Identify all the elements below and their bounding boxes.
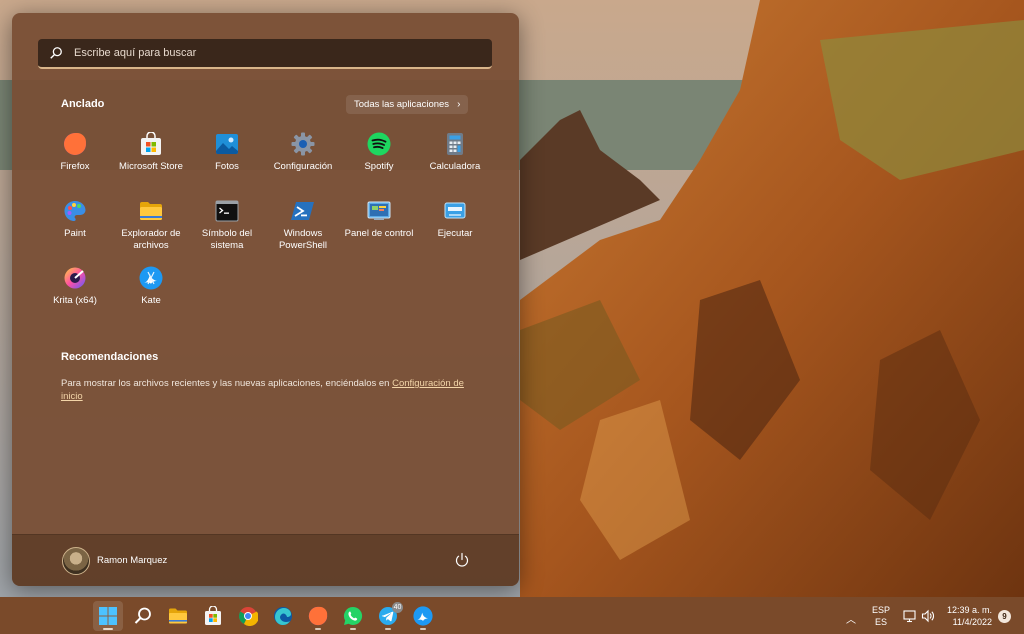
powershell-icon: [291, 199, 315, 223]
pinned-app-label: Spotify: [364, 161, 394, 172]
control-panel-icon: [367, 199, 391, 223]
calculator-icon: [443, 132, 467, 156]
spotify-icon: [367, 132, 391, 156]
pinned-app-label: Kate: [141, 295, 161, 306]
pinned-app-calculator[interactable]: Calculadora: [418, 131, 492, 191]
notification-count-badge[interactable]: 9: [998, 610, 1011, 623]
search-input[interactable]: [72, 46, 492, 60]
taskbar-firefox[interactable]: [303, 601, 333, 631]
power-icon[interactable]: [454, 552, 470, 568]
pinned-app-file-explorer[interactable]: Explorador de archivos: [114, 198, 188, 258]
firefox-icon: [308, 606, 328, 626]
pinned-app-label: Windows PowerShell: [278, 228, 328, 251]
pinned-app-paint[interactable]: Paint: [38, 198, 112, 258]
recommendations-message: Para mostrar los archivos recientes y la…: [61, 377, 481, 403]
file-explorer-icon: [169, 608, 187, 624]
paint-palette-icon: [63, 199, 87, 223]
pinned-app-label: Fotos: [215, 161, 239, 172]
pinned-app-label: Paint: [64, 228, 86, 239]
pinned-app-label: Explorador de archivos: [121, 228, 181, 251]
taskbar-chrome[interactable]: [233, 601, 263, 631]
whatsapp-icon: [343, 606, 363, 625]
pinned-app-label: Símbolo del sistema: [201, 228, 253, 251]
microsoft-store-icon: [205, 606, 221, 625]
kate-icon: [139, 266, 163, 290]
pinned-heading: Anclado: [61, 98, 105, 110]
language-line2: ES: [874, 617, 887, 627]
pinned-app-kate[interactable]: Kate: [114, 265, 188, 325]
start-icon: [99, 607, 117, 625]
taskbar-clock[interactable]: 12:39 a. m. 11/4/2022: [944, 604, 992, 628]
chevron-up-icon[interactable]: ︿: [846, 611, 856, 626]
start-menu: Anclado Todas las aplicaciones › Firefox…: [12, 13, 519, 586]
recommendations-heading: Recomendaciones: [61, 351, 159, 363]
running-indicator: [350, 628, 356, 630]
all-apps-label: Todas las aplicaciones: [354, 99, 450, 110]
pinned-app-run[interactable]: Ejecutar: [418, 198, 492, 258]
pinned-app-label: Panel de control: [344, 228, 414, 239]
edge-icon: [274, 607, 292, 625]
pinned-app-microsoft-store[interactable]: Microsoft Store: [114, 131, 188, 191]
running-indicator: [385, 628, 391, 630]
clock-time: 12:39 a. m.: [946, 605, 992, 615]
chrome-icon: [239, 607, 258, 626]
command-prompt-icon: [215, 199, 239, 223]
taskbar-telegram[interactable]: 40: [373, 601, 403, 631]
volume-icon[interactable]: [921, 609, 935, 623]
pinned-app-spotify[interactable]: Spotify: [342, 131, 416, 191]
pinned-app-command-prompt[interactable]: Símbolo del sistema: [190, 198, 264, 258]
search-icon: [134, 607, 151, 624]
kate-icon: [413, 606, 433, 626]
photos-icon: [215, 132, 239, 156]
taskbar-edge[interactable]: [268, 601, 298, 631]
taskbar-kate[interactable]: [408, 601, 438, 631]
chevron-right-icon: ›: [457, 99, 461, 110]
running-indicator: [420, 628, 426, 630]
settings-gear-icon: [291, 132, 315, 156]
avatar[interactable]: [62, 547, 90, 575]
taskbar-microsoft-store[interactable]: [198, 601, 228, 631]
all-apps-button[interactable]: Todas las aplicaciones ›: [346, 95, 469, 114]
input-language-indicator[interactable]: ESP ES: [870, 604, 892, 628]
telegram-unread-badge: 40: [392, 602, 403, 613]
run-icon: [443, 199, 467, 223]
firefox-icon: [63, 132, 87, 156]
taskbar-search-button[interactable]: [128, 601, 158, 631]
active-indicator: [103, 628, 113, 630]
taskbar-start-button[interactable]: [93, 601, 123, 631]
recommendations-text: Para mostrar los archivos recientes y la…: [61, 378, 393, 389]
pinned-app-label: Ejecutar: [437, 228, 473, 239]
pinned-app-label: Calculadora: [429, 161, 481, 172]
taskbar-whatsapp[interactable]: [338, 601, 368, 631]
pinned-app-label: Krita (x64): [53, 295, 97, 306]
search-box[interactable]: [38, 39, 492, 69]
language-line1: ESP: [871, 605, 890, 615]
network-icon[interactable]: [903, 609, 917, 623]
pinned-app-label: Firefox: [60, 161, 90, 172]
krita-icon: [63, 266, 87, 290]
search-icon: [50, 47, 62, 59]
start-footer: Ramon Marquez: [12, 534, 519, 586]
pinned-app-control-panel[interactable]: Panel de control: [342, 198, 416, 258]
pinned-app-label: Configuración: [273, 161, 333, 172]
microsoft-store-icon: [139, 132, 163, 156]
folder-icon: [139, 199, 163, 223]
pinned-app-label: Microsoft Store: [119, 161, 183, 172]
taskbar-file-explorer[interactable]: [163, 601, 193, 631]
user-name[interactable]: Ramon Marquez: [97, 555, 167, 566]
running-indicator: [315, 628, 321, 630]
pinned-app-photos[interactable]: Fotos: [190, 131, 264, 191]
pinned-app-powershell[interactable]: Windows PowerShell: [266, 198, 340, 258]
pinned-app-krita[interactable]: Krita (x64): [38, 265, 112, 325]
pinned-app-settings[interactable]: Configuración: [266, 131, 340, 191]
pinned-app-firefox[interactable]: Firefox: [38, 131, 112, 191]
clock-date: 11/4/2022: [952, 617, 992, 627]
